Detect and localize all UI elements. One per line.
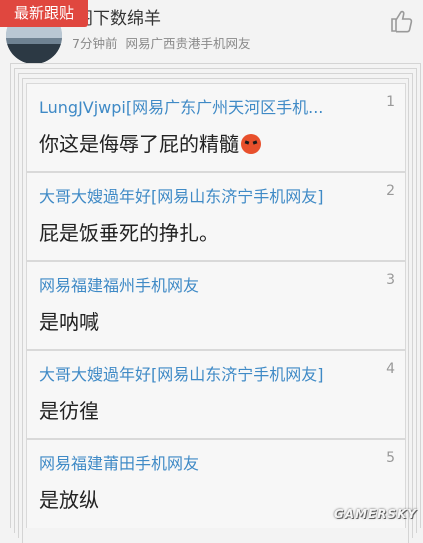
floor-text: 是放纵 bbox=[39, 488, 99, 512]
post-meta: 7分钟前 网易广西贵港手机网友 bbox=[72, 36, 250, 52]
post-time: 7分钟前 bbox=[72, 36, 118, 51]
angry-face-icon bbox=[241, 134, 261, 154]
floor-number: 3 bbox=[386, 272, 395, 288]
floor-author[interactable]: 网易福建福州手机网友 bbox=[39, 272, 369, 296]
comment-floor-1[interactable]: LungJVjwpi[网易广东广州天河区手机... 1 你这是侮辱了屁的精髓 bbox=[26, 83, 406, 172]
floor-author[interactable]: 网易福建莆田手机网友 bbox=[39, 450, 369, 474]
comment-floor-2[interactable]: 大哥大嫂過年好[网易山东济宁手机网友] 2 屁是饭垂死的挣扎。 bbox=[26, 172, 406, 261]
floor-author[interactable]: LungJVjwpi[网易广东广州天河区手机... bbox=[39, 94, 369, 118]
floor-number: 4 bbox=[386, 361, 395, 377]
watermark-logo: GAMERSKY bbox=[333, 507, 417, 521]
floor-number: 2 bbox=[386, 183, 395, 199]
floor-author[interactable]: 大哥大嫂過年好[网易山东济宁手机网友] bbox=[39, 361, 369, 385]
floor-author[interactable]: 大哥大嫂過年好[网易山东济宁手机网友] bbox=[39, 183, 369, 207]
floor-text: 是呐喊 bbox=[39, 310, 99, 334]
post-location: 网易广西贵港手机网友 bbox=[125, 36, 251, 51]
comment-floor-3[interactable]: 网易福建福州手机网友 3 是呐喊 bbox=[26, 261, 406, 350]
floor-text: 屁是饭垂死的挣扎。 bbox=[39, 221, 219, 245]
floor-number: 1 bbox=[386, 94, 395, 110]
comment-floor-4[interactable]: 大哥大嫂過年好[网易山东济宁手机网友] 4 是彷徨 bbox=[26, 350, 406, 439]
floor-text: 是彷徨 bbox=[39, 399, 99, 423]
latest-comments-badge: 最新跟贴 bbox=[0, 0, 88, 27]
post-username[interactable]: 阁下数绵羊 bbox=[76, 8, 161, 30]
floor-text: 你这是侮辱了屁的精髓 bbox=[39, 128, 261, 157]
floor-number: 5 bbox=[386, 450, 395, 466]
thumbs-up-icon[interactable] bbox=[389, 8, 415, 34]
